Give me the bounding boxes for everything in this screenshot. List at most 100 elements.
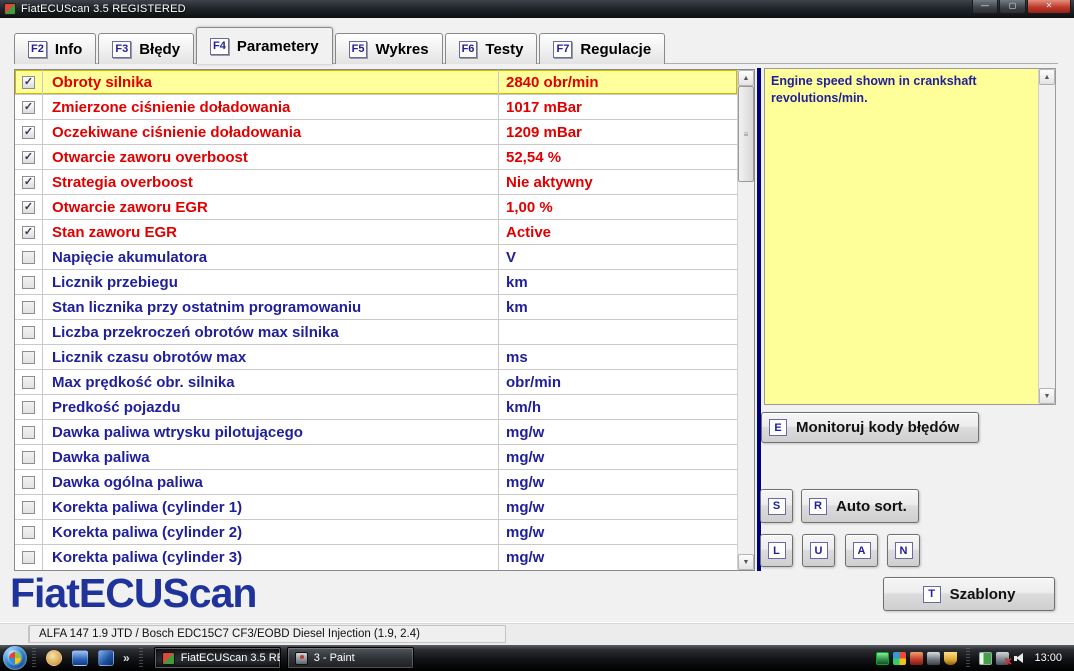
thumb-grip-icon: ≡ — [744, 130, 749, 139]
row-checkbox-cell: ✓ — [15, 170, 43, 194]
row-checkbox[interactable]: ✓ — [22, 226, 35, 239]
tray-audio-manager-icon[interactable] — [910, 652, 923, 665]
l-button[interactable]: L — [760, 534, 793, 567]
tab-błędy[interactable]: F3 Błędy — [98, 33, 194, 64]
table-row[interactable]: Max prędkość obr. silnika obr/min — [15, 370, 737, 395]
taskbar-button-fiatecuscan[interactable]: FiatECUScan 3.5 RE... — [154, 647, 281, 669]
s-button[interactable]: S — [760, 489, 793, 523]
table-row[interactable]: ✓ Strategia overboost Nie aktywny — [15, 170, 737, 195]
row-name-cell: Dawka paliwa wtrysku pilotującego — [43, 420, 499, 444]
quick-launch-icon-2[interactable] — [72, 650, 88, 666]
fiatecuscan-logo: FiatECUScan — [10, 570, 256, 617]
table-row[interactable]: ✓ Otwarcie zaworu EGR 1,00 % — [15, 195, 737, 220]
table-row[interactable]: Liczba przekroczeń obrotów max silnika — [15, 320, 737, 345]
maximize-button[interactable]: ▢ — [999, 0, 1026, 14]
key-badge-a: A — [853, 542, 871, 559]
tab-parametery[interactable]: F4 Parametery — [196, 27, 333, 64]
parameter-value: 1,00 % — [506, 199, 553, 216]
row-checkbox[interactable] — [22, 276, 35, 289]
table-row[interactable]: ✓ Obroty silnika 2840 obr/min — [15, 70, 737, 95]
row-checkbox[interactable]: ✓ — [22, 176, 35, 189]
row-name-cell: Strategia overboost — [43, 170, 499, 194]
table-row[interactable]: ✓ Zmierzone ciśnienie doładowania 1017 m… — [15, 95, 737, 120]
quick-launch-overflow-chevron[interactable]: » — [123, 651, 130, 665]
row-checkbox[interactable]: ✓ — [22, 201, 35, 214]
row-value-cell: mg/w — [499, 470, 737, 494]
table-row[interactable]: ✓ Stan zaworu EGR Active — [15, 220, 737, 245]
table-row[interactable]: Licznik czasu obrotów max ms — [15, 345, 737, 370]
table-row[interactable]: Dawka paliwa mg/w — [15, 445, 737, 470]
table-row[interactable]: Korekta paliwa (cylinder 1) mg/w — [15, 495, 737, 520]
row-checkbox[interactable]: ✓ — [22, 76, 35, 89]
row-checkbox[interactable] — [22, 451, 35, 464]
tray-color-settings-icon[interactable] — [893, 652, 906, 665]
table-row[interactable]: Dawka ogólna paliwa mg/w — [15, 470, 737, 495]
tab-strip: F2 Info F3 Błędy F4 Parametery F5 Wykres… — [14, 27, 665, 64]
close-button[interactable]: ✕ — [1027, 0, 1071, 14]
quick-launch-icon-3[interactable] — [98, 650, 114, 666]
row-checkbox[interactable] — [22, 501, 35, 514]
status-bar: ALFA 147 1.9 JTD / Bosch EDC15C7 CF3/EOB… — [0, 622, 1074, 645]
row-checkbox[interactable]: ✓ — [22, 151, 35, 164]
tray-update-shield-icon[interactable] — [944, 652, 957, 665]
quick-launch-icon-1[interactable] — [46, 650, 62, 666]
tray-battery-icon[interactable] — [979, 652, 992, 665]
row-checkbox[interactable] — [22, 551, 35, 564]
table-row[interactable]: Napięcie akumulatora V — [15, 245, 737, 270]
scrollbar-thumb[interactable]: ≡ — [738, 86, 754, 182]
parameter-value: km — [506, 274, 528, 291]
minimize-button[interactable]: — — [972, 0, 998, 14]
row-checkbox-cell: ✓ — [15, 95, 43, 119]
table-row[interactable]: Predkość pojazdu km/h — [15, 395, 737, 420]
start-button[interactable] — [3, 646, 27, 670]
row-checkbox[interactable] — [22, 251, 35, 264]
row-checkbox[interactable]: ✓ — [22, 101, 35, 114]
row-checkbox[interactable] — [22, 376, 35, 389]
n-button[interactable]: N — [887, 534, 920, 567]
row-name-cell: Obroty silnika — [43, 70, 499, 94]
table-row[interactable]: Licznik przebiegu km — [15, 270, 737, 295]
tray-volume-icon[interactable] — [1013, 652, 1026, 665]
table-row[interactable]: ✓ Otwarcie zaworu overboost 52,54 % — [15, 145, 737, 170]
tab-regulacje[interactable]: F7 Regulacje — [539, 33, 665, 64]
auto-sort-button[interactable]: R Auto sort. — [801, 489, 919, 523]
row-checkbox[interactable] — [22, 351, 35, 364]
row-checkbox[interactable] — [22, 401, 35, 414]
row-checkbox-cell — [15, 320, 43, 344]
fiatecuscan-window: FiatECUScan 3.5 REGISTERED — ▢ ✕ F2 Info… — [0, 0, 1074, 671]
a-button[interactable]: A — [845, 534, 878, 567]
row-checkbox[interactable]: ✓ — [22, 126, 35, 139]
tab-info[interactable]: F2 Info — [14, 33, 96, 64]
parameter-name: Dawka paliwa wtrysku pilotującego — [52, 424, 303, 441]
u-button[interactable]: U — [802, 534, 835, 567]
monitor-error-codes-button[interactable]: E Monitoruj kody błędów — [761, 412, 979, 443]
info-scroll-up-button[interactable]: ▲ — [1039, 69, 1055, 85]
tray-network-icon[interactable]: ✕ — [996, 652, 1009, 665]
table-row[interactable]: Dawka paliwa wtrysku pilotującego mg/w — [15, 420, 737, 445]
tab-testy[interactable]: F6 Testy — [445, 33, 538, 64]
table-row[interactable]: Stan licznika przy ostatnim programowani… — [15, 295, 737, 320]
row-checkbox[interactable] — [22, 426, 35, 439]
scroll-down-button[interactable]: ▼ — [738, 554, 754, 570]
tray-monitor-icon[interactable] — [927, 652, 940, 665]
table-scrollbar[interactable]: ▲ ≡ ▼ — [737, 70, 754, 570]
row-checkbox[interactable] — [22, 526, 35, 539]
row-checkbox-cell: ✓ — [15, 145, 43, 169]
table-row[interactable]: ✓ Oczekiwane ciśnienie doładowania 1209 … — [15, 120, 737, 145]
row-checkbox[interactable] — [22, 301, 35, 314]
scroll-up-button[interactable]: ▲ — [738, 70, 754, 86]
row-checkbox[interactable] — [22, 326, 35, 339]
tray-display-icon[interactable] — [876, 652, 889, 665]
row-name-cell: Otwarcie zaworu overboost — [43, 145, 499, 169]
tab-key-badge: F7 — [553, 41, 572, 58]
taskbar-clock[interactable]: 13:00 — [1030, 652, 1068, 664]
vehicle-status-text: ALFA 147 1.9 JTD / Bosch EDC15C7 CF3/EOB… — [29, 625, 506, 643]
info-scroll-down-button[interactable]: ▼ — [1039, 388, 1055, 404]
table-row[interactable]: Korekta paliwa (cylinder 3) mg/w — [15, 545, 737, 570]
row-checkbox[interactable] — [22, 476, 35, 489]
table-row[interactable]: Korekta paliwa (cylinder 2) mg/w — [15, 520, 737, 545]
info-scrollbar[interactable]: ▲ ▼ — [1038, 69, 1055, 404]
taskbar-button-paint[interactable]: 3 - Paint — [287, 647, 414, 669]
templates-button[interactable]: T Szablony — [883, 577, 1055, 611]
tab-wykres[interactable]: F5 Wykres — [335, 33, 443, 64]
